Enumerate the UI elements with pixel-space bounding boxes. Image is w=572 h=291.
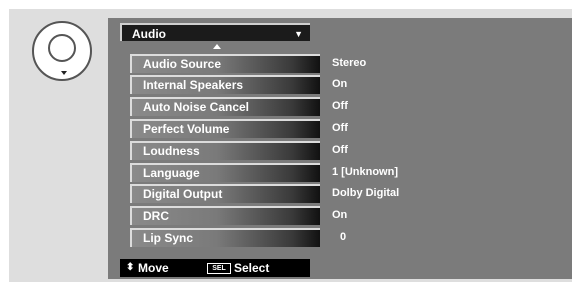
row-label: Lip Sync — [130, 228, 320, 247]
row-label: DRC — [130, 206, 320, 225]
row-value: 0 — [340, 231, 347, 243]
row-label: Digital Output — [130, 184, 320, 203]
menu-row-internal-speakers[interactable]: Internal Speakers On — [130, 75, 560, 94]
menu-title: Audio — [132, 27, 166, 41]
row-value: Off — [332, 100, 348, 112]
move-hint: Move — [138, 261, 169, 275]
row-label: Perfect Volume — [130, 119, 320, 138]
osd-menu-panel: Audio ▼ Audio Source Stereo Internal Spe… — [108, 18, 572, 279]
menu-row-drc[interactable]: DRC On — [130, 206, 560, 225]
row-value: On — [332, 209, 348, 221]
menu-row-lip-sync[interactable]: Lip Sync 0 — [130, 228, 560, 247]
menu-row-audio-source[interactable]: Audio Source Stereo — [130, 54, 560, 73]
sel-key-icon: SEL — [207, 263, 231, 274]
row-value: 1 [Unknown] — [332, 166, 398, 178]
row-label: Loudness — [130, 141, 320, 160]
row-label: Internal Speakers — [130, 75, 320, 94]
row-value: Off — [332, 144, 348, 156]
menu-row-perfect-volume[interactable]: Perfect Volume Off — [130, 119, 560, 138]
down-arrow-icon — [61, 71, 67, 75]
select-hint: Select — [234, 261, 270, 275]
updown-arrows-icon: ⬍ — [126, 262, 135, 273]
select-button-icon — [48, 34, 76, 62]
row-value: Dolby Digital — [332, 187, 400, 199]
row-value: On — [332, 78, 348, 90]
scroll-up-icon — [213, 44, 221, 49]
row-label: Auto Noise Cancel — [130, 97, 320, 116]
row-value: Stereo — [332, 57, 367, 69]
row-value: Off — [332, 122, 348, 134]
menu-row-digital-output[interactable]: Digital Output Dolby Digital — [130, 184, 560, 203]
menu-row-loudness[interactable]: Loudness Off — [130, 141, 560, 160]
help-bar: ⬍ Move SEL Select — [120, 259, 310, 277]
menu-row-auto-noise-cancel[interactable]: Auto Noise Cancel Off — [130, 97, 560, 116]
row-label: Audio Source — [130, 54, 320, 73]
menu-title-dropdown[interactable]: Audio ▼ — [120, 23, 310, 41]
remote-dpad-icon — [32, 21, 92, 81]
row-label: Language — [130, 163, 320, 182]
dropdown-caret-icon: ▼ — [294, 29, 303, 39]
menu-row-language[interactable]: Language 1 [Unknown] — [130, 163, 560, 182]
